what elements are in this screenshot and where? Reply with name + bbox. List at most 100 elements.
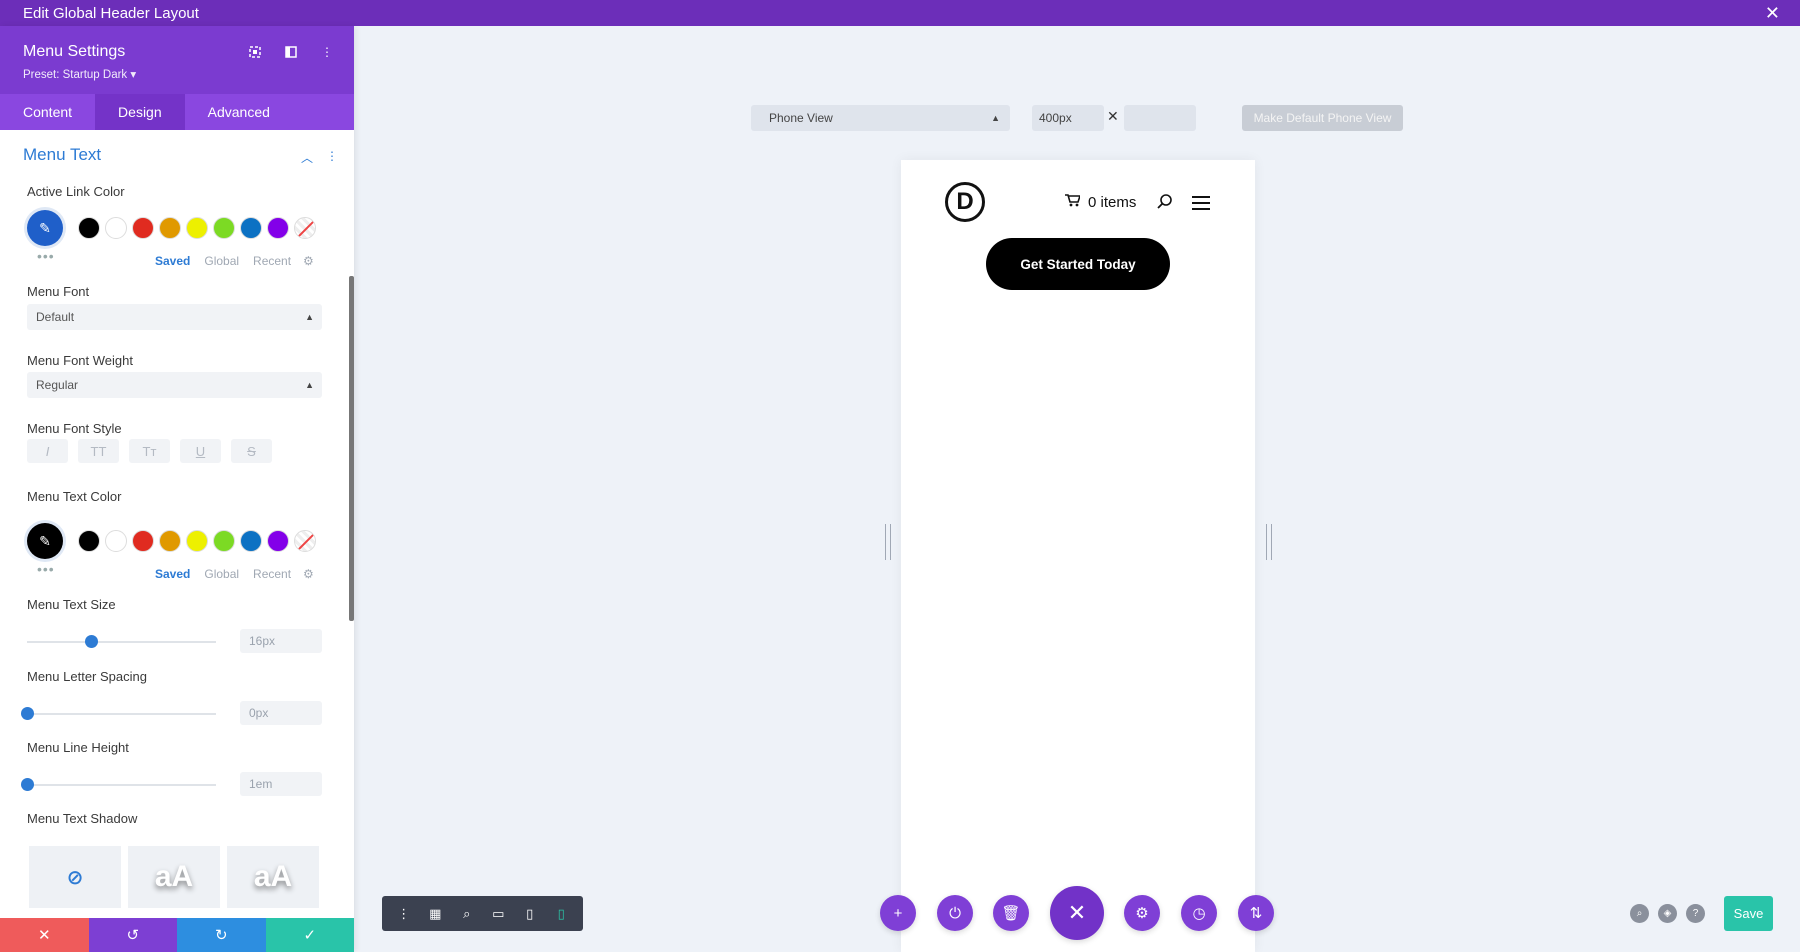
palette-tab-recent[interactable]: Recent bbox=[253, 254, 291, 268]
shadow-option[interactable]: aA bbox=[227, 846, 319, 908]
close-icon: ✕ bbox=[37, 927, 51, 944]
swatch-none[interactable] bbox=[294, 217, 316, 239]
swatch-black[interactable] bbox=[78, 217, 100, 239]
menu-line-height-input[interactable]: 1em bbox=[240, 772, 322, 796]
undo-button[interactable]: ↺ bbox=[88, 918, 177, 952]
swatch-orange[interactable] bbox=[159, 217, 181, 239]
menu-letter-spacing-input[interactable]: 0px bbox=[240, 701, 322, 725]
search-icon[interactable]: ⌕ bbox=[1630, 904, 1649, 923]
section-options-icon[interactable]: ⋮ bbox=[326, 149, 338, 166]
close-icon[interactable]: ✕ bbox=[1765, 3, 1780, 23]
swatch-black[interactable] bbox=[78, 530, 100, 552]
italic-button[interactable]: I bbox=[27, 439, 68, 463]
swatch-purple[interactable] bbox=[267, 530, 289, 552]
desktop-icon[interactable]: ▭ bbox=[488, 906, 508, 922]
slider-knob[interactable] bbox=[21, 707, 34, 720]
swatch-blue[interactable] bbox=[240, 217, 262, 239]
tab-content[interactable]: Content bbox=[0, 94, 95, 130]
trash-button[interactable]: 🗑 bbox=[993, 895, 1029, 931]
capitalize-button[interactable]: Tт bbox=[129, 439, 170, 463]
slider-knob[interactable] bbox=[21, 778, 34, 791]
swatch-red[interactable] bbox=[132, 217, 154, 239]
swatch-orange[interactable] bbox=[159, 530, 181, 552]
menu-letter-spacing-label: Menu Letter Spacing bbox=[27, 669, 147, 684]
menu-font-select[interactable]: Default ▲ bbox=[27, 304, 322, 330]
palette-tab-global[interactable]: Global bbox=[204, 567, 239, 581]
chevron-up-icon[interactable]: ︿ bbox=[301, 149, 313, 166]
settings-button[interactable]: ⚙ bbox=[1124, 895, 1160, 931]
more-options-icon[interactable]: ⋮ bbox=[318, 44, 336, 60]
uppercase-button[interactable]: TT bbox=[78, 439, 119, 463]
view-toolbar: ⋮ ▦ ⌕ ▭ ▯ ▯ bbox=[382, 896, 583, 931]
palette-tab-recent[interactable]: Recent bbox=[253, 567, 291, 581]
power-button[interactable]: ⏻ bbox=[937, 895, 973, 931]
swatch-green[interactable] bbox=[213, 217, 235, 239]
swatch-purple[interactable] bbox=[267, 217, 289, 239]
menu-text-size-input[interactable]: 16px bbox=[240, 629, 322, 653]
menu-font-weight-select[interactable]: Regular ▲ bbox=[27, 372, 322, 398]
height-input[interactable] bbox=[1124, 105, 1196, 131]
redo-button[interactable]: ↻ bbox=[177, 918, 266, 952]
more-colors-dots[interactable]: ••• bbox=[37, 248, 55, 264]
portability-button[interactable]: ⇅ bbox=[1238, 895, 1274, 931]
shadow-option[interactable]: aA bbox=[128, 846, 220, 908]
swatch-blue[interactable] bbox=[240, 530, 262, 552]
more-options-icon[interactable]: ⋮ bbox=[394, 906, 414, 922]
menu-line-height-slider[interactable] bbox=[21, 778, 216, 791]
underline-button[interactable]: U bbox=[180, 439, 221, 463]
get-started-button[interactable]: Get Started Today bbox=[986, 238, 1170, 290]
cart-link[interactable]: 0 items bbox=[1065, 194, 1136, 211]
strikethrough-button[interactable]: S bbox=[231, 439, 272, 463]
make-default-view-button[interactable]: Make Default Phone View bbox=[1242, 105, 1403, 131]
swatch-white[interactable] bbox=[105, 530, 127, 552]
left-resize-handle[interactable] bbox=[885, 524, 891, 560]
palette-tab-saved[interactable]: Saved bbox=[155, 254, 190, 268]
palette-tab-saved[interactable]: Saved bbox=[155, 567, 190, 581]
save-button[interactable]: Save bbox=[1724, 896, 1773, 931]
wireframe-icon[interactable]: ▦ bbox=[425, 906, 445, 922]
preset-selector[interactable]: Preset: Startup Dark ▾ bbox=[23, 67, 331, 81]
phone-icon[interactable]: ▯ bbox=[551, 906, 571, 922]
more-colors-dots[interactable]: ••• bbox=[37, 561, 55, 577]
swatch-yellow[interactable] bbox=[186, 217, 208, 239]
power-icon: ⏻ bbox=[949, 904, 961, 922]
swatch-green[interactable] bbox=[213, 530, 235, 552]
discard-button[interactable]: ✕ bbox=[0, 918, 89, 952]
site-logo[interactable]: D bbox=[945, 182, 985, 222]
view-mode-select[interactable]: Phone View ▲ bbox=[751, 105, 1010, 131]
menu-text-size-slider[interactable] bbox=[27, 635, 216, 648]
history-button[interactable]: ◷ bbox=[1181, 895, 1217, 931]
swatch-red[interactable] bbox=[132, 530, 154, 552]
help-icon[interactable]: ? bbox=[1686, 904, 1705, 923]
select-arrows-icon: ▲ bbox=[305, 312, 314, 322]
layers-icon[interactable]: ◈ bbox=[1658, 904, 1677, 923]
split-view-icon[interactable] bbox=[282, 44, 300, 60]
slider-knob[interactable] bbox=[85, 635, 99, 648]
hamburger-menu-icon[interactable] bbox=[1192, 196, 1210, 210]
palette-tab-global[interactable]: Global bbox=[204, 254, 239, 268]
confirm-button[interactable]: ✓ bbox=[265, 918, 354, 952]
width-input[interactable]: 400px bbox=[1032, 105, 1104, 131]
search-icon[interactable] bbox=[1156, 193, 1174, 211]
zoom-icon[interactable]: ⌕ bbox=[457, 906, 477, 922]
swatch-yellow[interactable] bbox=[186, 530, 208, 552]
sidebar-scrollbar[interactable] bbox=[349, 276, 354, 621]
clock-icon: ◷ bbox=[1192, 905, 1206, 922]
no-shadow-option[interactable]: ⊘ bbox=[29, 846, 121, 908]
menu-text-size-label: Menu Text Size bbox=[27, 597, 116, 612]
section-title[interactable]: Menu Text bbox=[23, 145, 101, 165]
add-button[interactable]: + bbox=[880, 895, 916, 931]
menu-letter-spacing-slider[interactable] bbox=[21, 707, 216, 720]
menu-text-color-picker[interactable]: ✎ bbox=[27, 523, 63, 559]
active-link-color-picker[interactable]: ✎ bbox=[27, 210, 63, 246]
right-resize-handle[interactable] bbox=[1266, 524, 1272, 560]
fullscreen-icon[interactable] bbox=[246, 44, 264, 60]
swatch-none[interactable] bbox=[294, 530, 316, 552]
gear-icon[interactable]: ⚙ bbox=[303, 567, 314, 581]
swatch-white[interactable] bbox=[105, 217, 127, 239]
gear-icon[interactable]: ⚙ bbox=[303, 254, 314, 268]
tab-advanced[interactable]: Advanced bbox=[185, 94, 293, 130]
tablet-icon[interactable]: ▯ bbox=[520, 906, 540, 922]
close-builder-button[interactable]: ✕ bbox=[1050, 886, 1104, 940]
tab-design[interactable]: Design bbox=[95, 94, 185, 130]
